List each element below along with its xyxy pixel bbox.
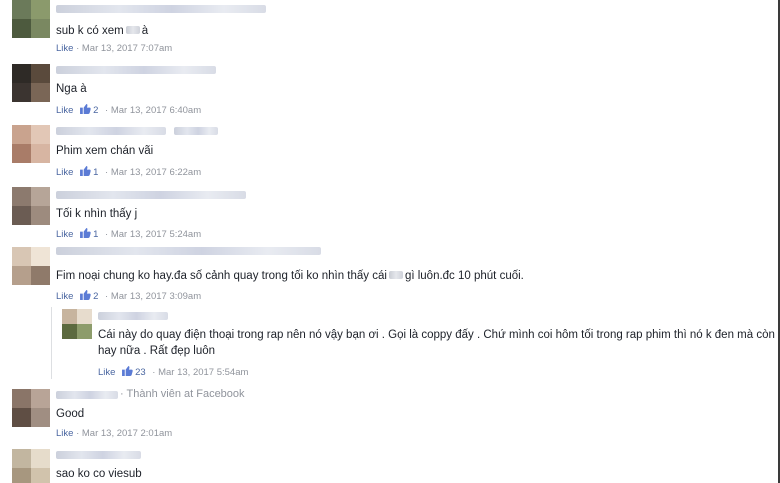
comment-timestamp[interactable]: Mar 13, 2017 6:40am (111, 105, 201, 116)
reaction-count[interactable]: 2 (93, 105, 98, 116)
avatar[interactable] (62, 309, 92, 339)
author-name[interactable] (56, 66, 216, 74)
comment-meta: Like 1 · Mar 13, 2017 6:22am (56, 166, 202, 178)
like-link[interactable]: Like (56, 167, 73, 178)
reply-thread: Cái này do quay điện thoại trong rap nên… (51, 307, 775, 379)
avatar[interactable] (12, 389, 50, 427)
thumbs-up-icon (122, 366, 133, 376)
like-link[interactable]: Like (56, 105, 73, 116)
author-name[interactable] (56, 191, 246, 199)
avatar[interactable] (12, 449, 50, 483)
thumbs-up-icon (80, 104, 91, 114)
like-link[interactable]: Like (56, 291, 73, 302)
reply-timestamp[interactable]: Mar 13, 2017 5:54am (158, 367, 248, 378)
author-name-suffix (174, 127, 218, 135)
comment-timestamp[interactable]: Mar 13, 2017 2:01am (82, 428, 172, 439)
comment-text: Good (56, 408, 85, 420)
comment-timestamp[interactable]: Mar 13, 2017 3:09am (111, 291, 201, 302)
avatar[interactable] (12, 187, 50, 225)
reply-text-line1: Cái này do quay điện thoại trong rap nên… (98, 329, 775, 341)
thumbs-up-icon (80, 166, 91, 176)
author-name[interactable] (56, 127, 166, 135)
comment-text: sub k có xem à (56, 25, 149, 37)
thumbs-up-icon (80, 228, 91, 238)
comment-text: Phim xem chán vãi (56, 145, 154, 157)
author-name[interactable] (56, 451, 141, 459)
avatar[interactable] (12, 64, 50, 102)
comment-timestamp[interactable]: Mar 13, 2017 7:07am (82, 43, 172, 54)
comment-meta: Like 2 · Mar 13, 2017 6:40am (56, 104, 202, 116)
redacted-word (125, 26, 140, 34)
like-link[interactable]: Like (56, 428, 73, 439)
member-badge: · Thành viên at Facebook (120, 388, 245, 400)
thumbs-up-icon (80, 290, 91, 300)
avatar[interactable] (12, 125, 50, 163)
avatar[interactable] (12, 247, 50, 285)
comment-text: Tối k nhìn thấy j (56, 208, 138, 220)
like-link[interactable]: Like (56, 229, 73, 240)
reaction-count[interactable]: 1 (93, 229, 98, 240)
comment-timestamp[interactable]: Mar 13, 2017 6:22am (111, 167, 201, 178)
comment-meta: Like 2 · Mar 13, 2017 3:09am (56, 290, 202, 302)
author-name[interactable] (56, 5, 266, 13)
like-link[interactable]: Like (98, 367, 115, 378)
comment-text: sao ko co viesub (56, 468, 142, 480)
comment-meta: Like · Mar 13, 2017 2:01am (56, 428, 173, 439)
reply-text-line2: hay nữa . Rất đẹp luôn (98, 345, 216, 357)
author-name[interactable] (56, 247, 321, 255)
comment-timestamp[interactable]: Mar 13, 2017 5:24am (111, 229, 201, 240)
reaction-count[interactable]: 1 (93, 167, 98, 178)
comment-meta: Like · Mar 13, 2017 7:07am (56, 43, 173, 54)
comment-text: Fim noại chung ko hay.đa số cảnh quay tr… (56, 270, 524, 282)
avatar[interactable] (12, 0, 50, 42)
comment-text: Nga à (56, 83, 87, 95)
reaction-count[interactable]: 2 (93, 291, 98, 302)
redacted-word (388, 271, 403, 279)
author-name[interactable] (56, 391, 118, 399)
comment-meta: Like 1 · Mar 13, 2017 5:24am (56, 228, 202, 240)
author-name[interactable] (98, 312, 168, 320)
like-link[interactable]: Like (56, 43, 73, 54)
reply-meta: Like 23 · Mar 13, 2017 5:54am (98, 366, 249, 378)
reaction-count[interactable]: 23 (135, 367, 146, 378)
